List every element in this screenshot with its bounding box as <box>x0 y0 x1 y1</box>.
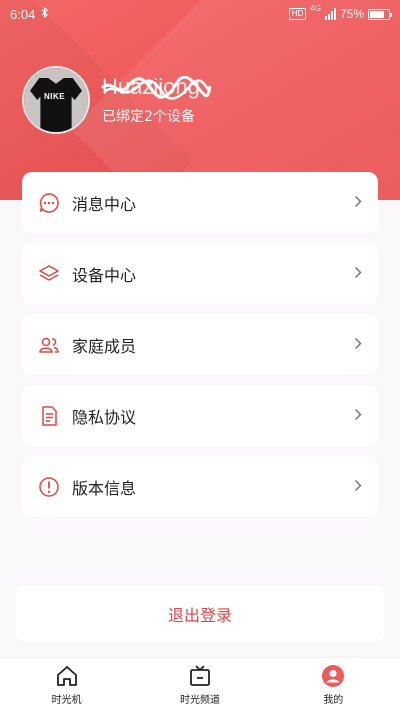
battery-percent: 75% <box>339 7 364 21</box>
avatar[interactable]: NIKE <box>22 66 90 134</box>
chevron-right-icon <box>354 477 362 496</box>
document-icon <box>38 405 60 427</box>
home-icon <box>55 664 79 688</box>
hd-badge: HD <box>288 8 307 20</box>
menu-item-messages[interactable]: 消息中心 <box>22 172 378 233</box>
tab-time-machine[interactable]: 时光机 <box>0 658 133 711</box>
menu-item-privacy[interactable]: 隐私协议 <box>22 385 378 446</box>
menu-item-version[interactable]: 版本信息 <box>22 456 378 517</box>
tab-bar: 时光机 时光频道 我的 <box>0 657 400 711</box>
chevron-right-icon <box>354 406 362 425</box>
tab-label: 时光频道 <box>179 694 220 706</box>
tab-label: 我的 <box>323 694 344 706</box>
network-type: 4G <box>310 4 321 13</box>
avatar-logo: NIKE <box>44 92 66 101</box>
menu-item-label: 家庭成员 <box>72 336 137 356</box>
status-time: 6:04 <box>10 6 36 22</box>
chevron-right-icon <box>354 335 362 354</box>
message-icon <box>38 192 60 214</box>
menu-list: 消息中心 设备中心 家庭成员 隐私协议 版本信息 <box>22 172 378 527</box>
username: Huazijong <box>100 74 212 100</box>
menu-item-label: 隐私协议 <box>72 407 137 427</box>
menu-item-label: 消息中心 <box>72 194 137 214</box>
status-right: HD 4G 75% <box>288 4 392 21</box>
info-icon <box>38 476 60 498</box>
chevron-right-icon <box>354 264 362 283</box>
device-count: 已绑定2个设备 <box>102 109 195 125</box>
signal-icon <box>324 8 336 20</box>
tv-icon <box>188 664 212 688</box>
battery-icon <box>368 8 392 20</box>
logout-button[interactable]: 退出登录 <box>16 586 384 642</box>
menu-item-family[interactable]: 家庭成员 <box>22 314 378 375</box>
menu-item-label: 设备中心 <box>72 265 137 285</box>
layers-icon <box>38 263 60 285</box>
menu-item-devices[interactable]: 设备中心 <box>22 243 378 304</box>
status-bar: 6:04 HD 4G 75% <box>0 0 400 28</box>
tab-label: 时光机 <box>51 694 82 706</box>
chevron-right-icon <box>354 193 362 212</box>
tab-mine[interactable]: 我的 <box>267 658 400 711</box>
profile-section[interactable]: NIKE Huazijong 已绑定2个设备 <box>22 66 212 134</box>
menu-item-label: 版本信息 <box>72 478 137 498</box>
redaction-scribble <box>100 76 212 100</box>
family-icon <box>38 334 60 356</box>
tab-time-channel[interactable]: 时光频道 <box>133 658 266 711</box>
user-icon <box>321 664 345 688</box>
bluetooth-icon <box>41 6 49 21</box>
